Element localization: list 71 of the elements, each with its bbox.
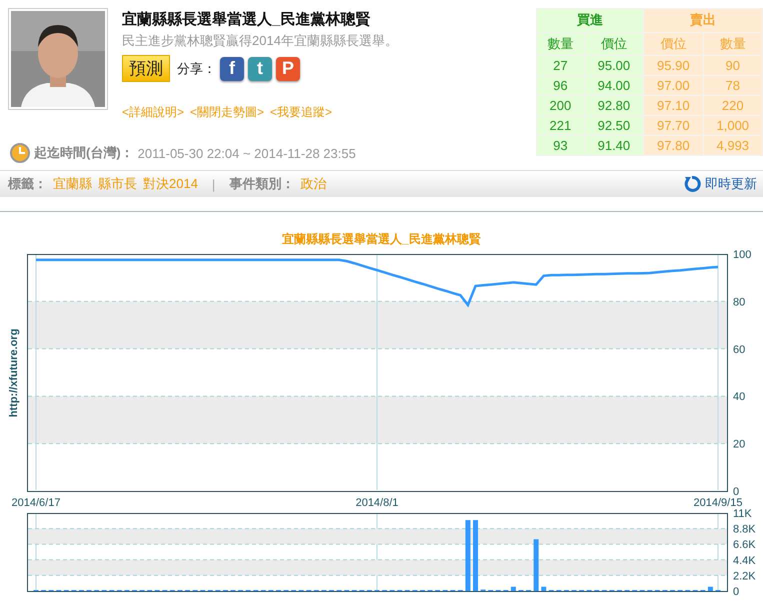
table-cell: 220	[704, 96, 762, 116]
category-label: 事件類別：	[229, 175, 294, 193]
column-header: 價位	[644, 32, 703, 56]
chart-title: 宜蘭縣縣長選舉當選人_民進黨林聰賢	[281, 231, 482, 247]
axis-label: 11K	[733, 508, 752, 520]
table-cell: 93	[537, 136, 584, 155]
axis-label: 0	[733, 486, 740, 498]
period-label: 起迄時間(台灣)：	[34, 144, 134, 162]
table-cell: 95.00	[584, 56, 644, 76]
axis-title: http://xfuture.org	[8, 328, 20, 418]
category-link[interactable]: 政治	[300, 175, 326, 193]
column-header: 數量	[704, 32, 762, 56]
tags-label: 標籤：	[8, 175, 47, 193]
clock-icon	[10, 143, 30, 163]
volume-bar	[534, 539, 539, 591]
share-icon[interactable]: P	[276, 56, 300, 80]
table-cell: 27	[537, 56, 584, 76]
refresh-icon	[683, 175, 701, 193]
volume-bar	[473, 520, 478, 591]
table-cell: 94.00	[584, 76, 644, 96]
link[interactable]: <詳細說明>	[122, 104, 184, 121]
volume-bar	[465, 520, 470, 591]
link[interactable]: <關閉走勢圖>	[190, 104, 264, 121]
table-cell: 97.80	[644, 136, 703, 155]
tag-link[interactable]: 縣市長	[98, 175, 137, 193]
period-value: 2011-05-30 22:04 ~ 2014-11-28 23:55	[138, 146, 356, 160]
volume-bar	[510, 586, 516, 591]
axis-label: 4.4K	[733, 554, 756, 567]
table-cell: 95.90	[644, 56, 703, 76]
separator: |	[212, 176, 216, 192]
table-cell: 221	[537, 116, 584, 135]
table-cell: 4,993	[704, 136, 762, 155]
table-cell: 92.50	[584, 116, 644, 135]
axis-label: 2014/8/1	[356, 497, 398, 509]
tag-link[interactable]: 對決2014	[143, 175, 198, 193]
axis-label: 20	[733, 438, 746, 451]
axis-label: 60	[733, 344, 746, 356]
axis-label: 80	[733, 296, 746, 308]
sell-header: 賣出	[644, 9, 762, 32]
table-cell: 78	[704, 76, 762, 96]
axis-label: 8.8K	[733, 524, 756, 536]
column-header: 數量	[537, 32, 584, 56]
table-cell: 92.80	[584, 96, 644, 116]
predict-button[interactable]: 預測	[122, 55, 170, 82]
table-cell: 90	[704, 56, 762, 76]
volume-bar	[708, 586, 713, 591]
axis-label: 2014/9/15	[694, 497, 742, 509]
table-cell: 91.40	[584, 136, 644, 155]
share-icon[interactable]: f	[220, 56, 244, 80]
column-header: 價位	[584, 32, 644, 56]
axis-label: 100	[733, 249, 752, 261]
axis-label: 40	[733, 391, 746, 404]
table-cell: 96	[537, 76, 584, 96]
axis-label: 6.6K	[733, 539, 756, 552]
buy-header: 買進	[537, 9, 644, 32]
table-cell: 97.10	[644, 96, 703, 116]
axis-label: 2.2K	[733, 570, 756, 582]
share-label: 分享：	[177, 60, 216, 78]
table-cell: 200	[537, 96, 584, 116]
volume-bar	[541, 586, 546, 591]
page-title: 宜蘭縣縣長選舉當選人_民進黨林聰賢	[122, 10, 372, 29]
table-cell: 97.70	[644, 116, 703, 135]
axis-label: 2014/6/17	[12, 497, 60, 509]
axis-label: 0	[733, 586, 740, 598]
table-cell: 1,000	[704, 116, 762, 135]
share-icon[interactable]: t	[248, 56, 272, 80]
refresh-link[interactable]: 即時更新	[683, 175, 757, 193]
subtitle: 民主進步黨林聰賢贏得2014年宜蘭縣縣長選舉。	[122, 32, 398, 50]
link[interactable]: <我要追蹤>	[270, 104, 332, 121]
tag-link[interactable]: 宜蘭縣	[53, 175, 92, 193]
table-cell: 97.00	[644, 76, 703, 96]
